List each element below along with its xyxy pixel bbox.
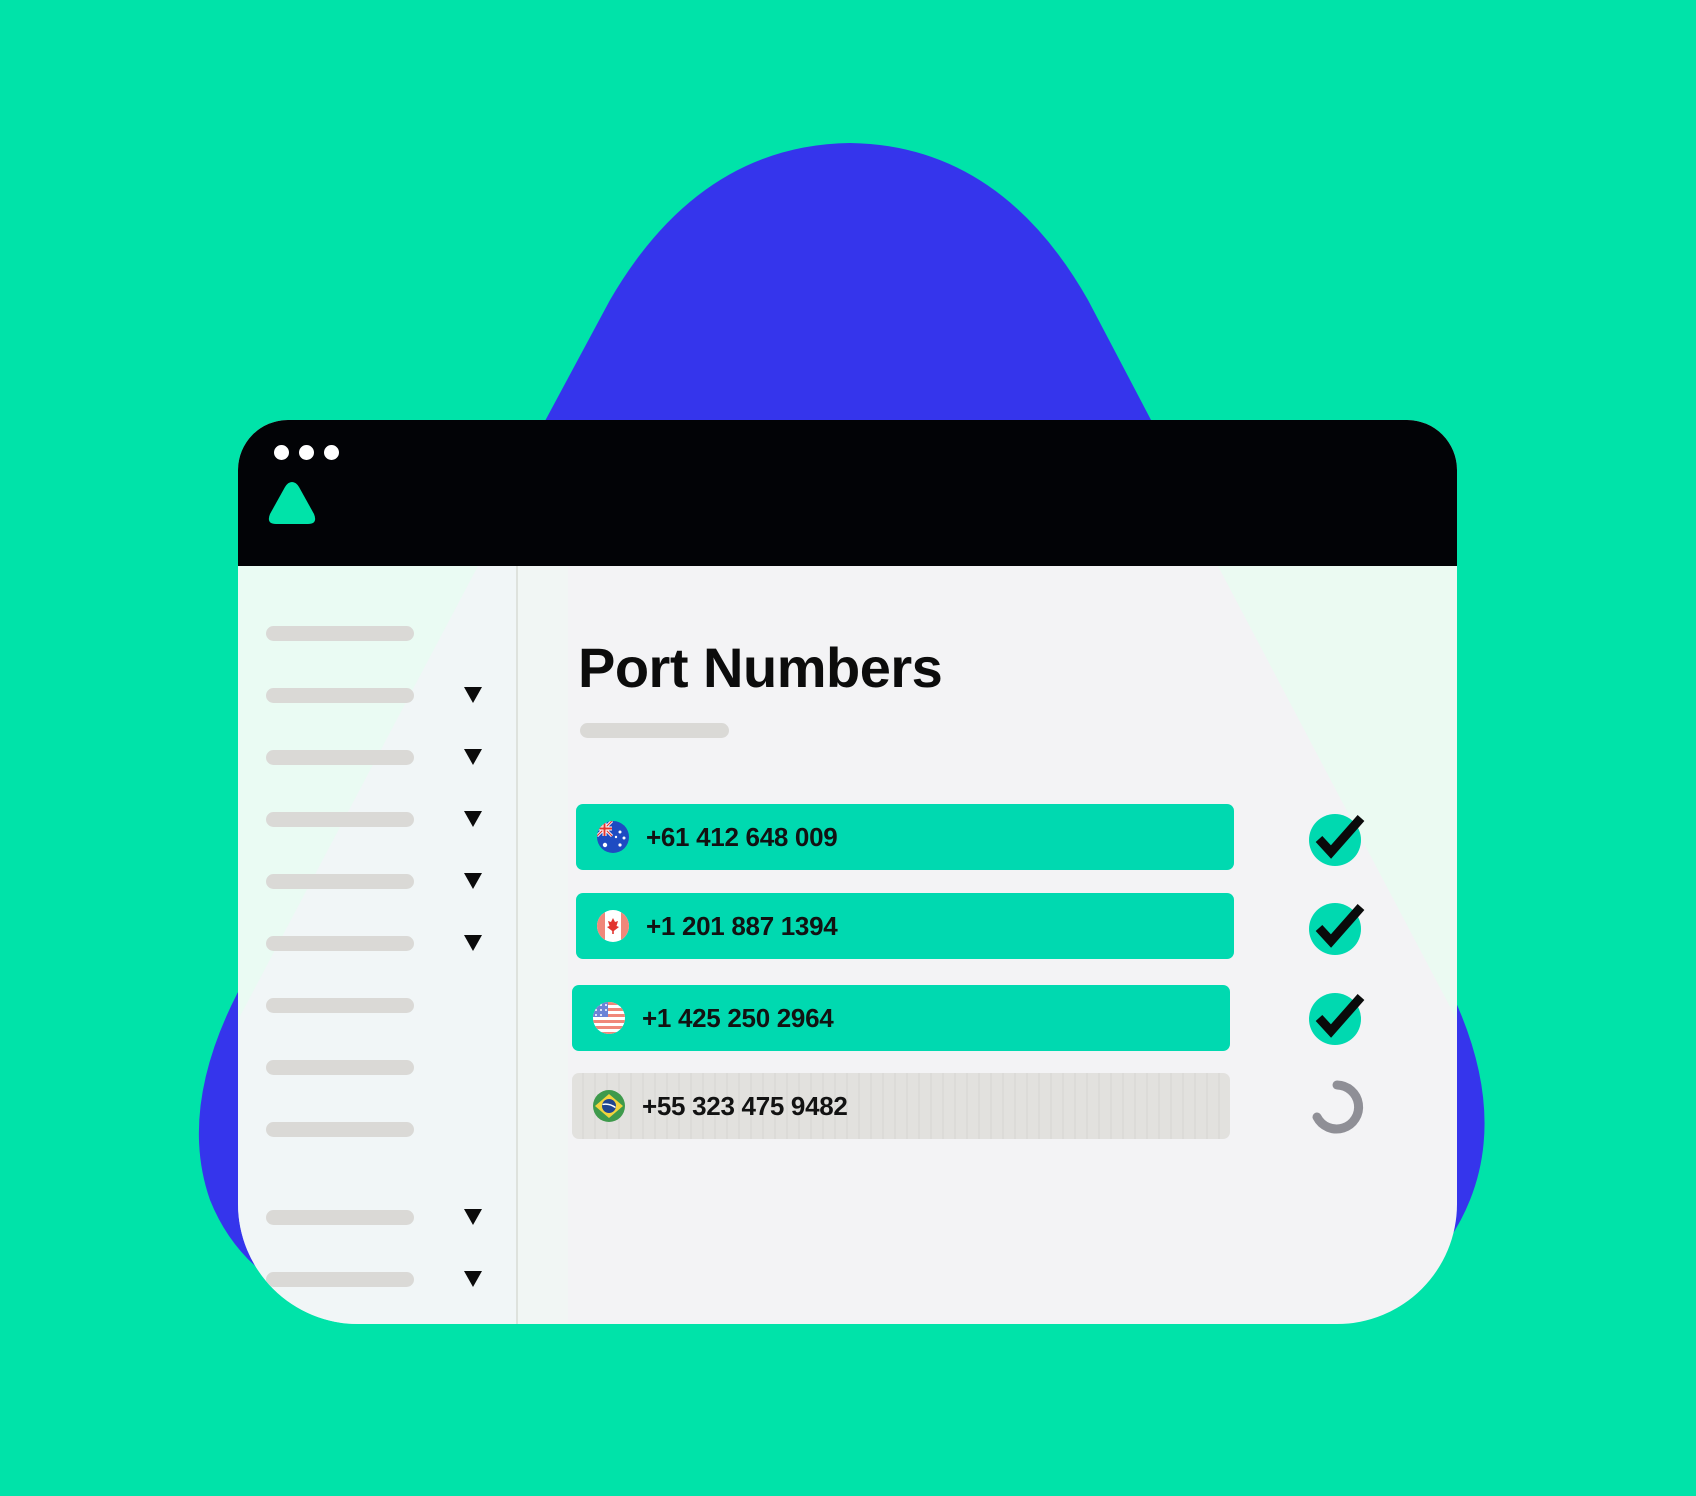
sidebar-footer-item-2[interactable]	[266, 1264, 482, 1294]
window-dot-icon[interactable]	[299, 445, 314, 460]
app-window	[238, 420, 1457, 1324]
check-icon	[1305, 806, 1369, 870]
usa-flag-icon	[592, 1001, 626, 1035]
nav-label-placeholder	[266, 750, 414, 765]
port-number-row[interactable]: +61 412 648 009	[576, 804, 1234, 870]
window-dot-icon[interactable]	[274, 445, 289, 460]
nav-label-placeholder	[266, 874, 414, 889]
nav-label-placeholder	[266, 1122, 414, 1137]
nav-label-placeholder	[266, 688, 414, 703]
nav-label-placeholder	[266, 936, 414, 951]
australia-flag-icon	[596, 820, 630, 854]
chevron-down-icon[interactable]	[464, 687, 482, 703]
port-number-row[interactable]: +1 201 887 1394	[576, 893, 1234, 959]
sidebar-item-6[interactable]	[266, 928, 482, 958]
chevron-down-icon[interactable]	[464, 873, 482, 889]
sidebar-item-1[interactable]	[266, 618, 482, 648]
chevron-down-icon[interactable]	[464, 811, 482, 827]
sidebar-item-8[interactable]	[266, 1052, 482, 1082]
sidebar-item-7[interactable]	[266, 990, 482, 1020]
phone-number: +1 425 250 2964	[642, 1002, 834, 1033]
canada-flag-icon	[596, 909, 630, 943]
sidebar-item-2[interactable]	[266, 680, 482, 710]
chevron-down-icon[interactable]	[464, 1271, 482, 1287]
port-number-row[interactable]: +1 425 250 2964	[572, 985, 1230, 1051]
nav-label-placeholder	[266, 1272, 414, 1287]
loading-spinner-icon	[1305, 1075, 1369, 1139]
nav-label-placeholder	[266, 812, 414, 827]
window-dot-icon[interactable]	[324, 445, 339, 460]
chevron-down-icon[interactable]	[464, 935, 482, 951]
page-title: Port Numbers	[578, 636, 943, 699]
chevron-down-icon[interactable]	[464, 1209, 482, 1225]
sidebar-item-5[interactable]	[266, 866, 482, 896]
phone-number: +1 201 887 1394	[646, 910, 838, 941]
phone-number: +61 412 648 009	[646, 821, 838, 852]
check-icon	[1305, 895, 1369, 959]
sidebar-item-3[interactable]	[266, 742, 482, 772]
sidebar-item-9[interactable]	[266, 1114, 482, 1144]
sidebar-footer-item-1[interactable]	[266, 1202, 482, 1232]
subtitle-placeholder	[580, 723, 729, 738]
sidebar-item-4[interactable]	[266, 804, 482, 834]
brazil-flag-icon	[592, 1089, 626, 1123]
nav-label-placeholder	[266, 1060, 414, 1075]
title-bar	[238, 420, 1457, 566]
phone-number: +55 323 475 9482	[642, 1090, 848, 1121]
chevron-down-icon[interactable]	[464, 749, 482, 765]
logo-triangle-icon	[268, 482, 316, 524]
check-icon	[1305, 985, 1369, 1049]
port-number-row[interactable]: +55 323 475 9482	[572, 1073, 1230, 1139]
nav-label-placeholder	[266, 1210, 414, 1225]
nav-label-placeholder	[266, 626, 414, 641]
nav-label-placeholder	[266, 998, 414, 1013]
